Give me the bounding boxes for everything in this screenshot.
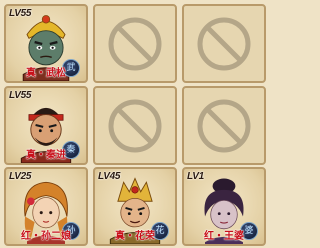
hero-slot-8[interactable]: LV45 花 真・花荣 (93, 167, 177, 246)
hero-name: 真・花荣 (115, 231, 155, 242)
no-entry-icon (197, 99, 251, 152)
hero-name: 真・秦进 (26, 150, 66, 161)
empty-slot-6[interactable] (182, 86, 266, 165)
hero-level: LV25 (9, 171, 32, 182)
hero-name: 红・王婆 (204, 231, 244, 242)
no-entry-icon (197, 17, 251, 70)
hero-level: LV55 (9, 8, 32, 19)
hero-slot-grid: LV55 武 真・武松 LV55 秦 真・秦进 LV25 孙 红・孙二娘 LV4… (0, 0, 270, 248)
hero-name: 红・孙二娘 (21, 231, 71, 242)
hero-slot-9[interactable]: LV1 婆 红・王婆 (182, 167, 266, 246)
hero-slot-7[interactable]: LV25 孙 红・孙二娘 (4, 167, 88, 246)
hero-slot-4[interactable]: LV55 秦 真・秦进 (4, 86, 88, 165)
hero-level: LV1 (187, 171, 204, 182)
no-entry-icon (108, 17, 162, 70)
empty-slot-3[interactable] (182, 4, 266, 83)
hero-level: LV45 (98, 171, 121, 182)
empty-slot-2[interactable] (93, 4, 177, 83)
hero-name: 真・武松 (26, 68, 66, 79)
hero-level: LV55 (9, 90, 32, 101)
hero-slot-1[interactable]: LV55 武 真・武松 (4, 4, 88, 83)
empty-slot-5[interactable] (93, 86, 177, 165)
no-entry-icon (108, 99, 162, 152)
